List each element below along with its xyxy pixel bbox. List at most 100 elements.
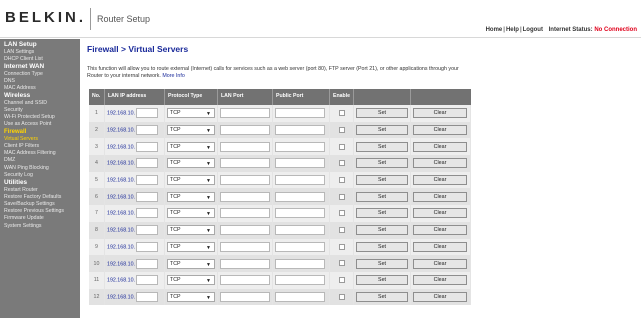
- clear-button[interactable]: Clear: [413, 208, 468, 219]
- public-port-input[interactable]: [275, 191, 325, 202]
- enable-checkbox[interactable]: [338, 143, 345, 150]
- public-port-input[interactable]: [275, 125, 325, 136]
- lan-ip-input[interactable]: [135, 191, 158, 202]
- help-link[interactable]: Help: [506, 27, 519, 33]
- lan-ip-input[interactable]: [135, 175, 158, 186]
- sidebar-item-dmz[interactable]: DMZ: [0, 157, 80, 164]
- enable-checkbox[interactable]: [338, 193, 345, 200]
- lan-ip-input[interactable]: [135, 225, 158, 236]
- clear-button[interactable]: Clear: [413, 191, 468, 202]
- set-button[interactable]: Set: [356, 291, 409, 302]
- clear-button[interactable]: Clear: [413, 241, 468, 252]
- sidebar-item-restore-previous-settings[interactable]: Restore Previous Settings: [0, 208, 80, 215]
- sidebar-item-system-settings[interactable]: System Settings: [0, 223, 80, 230]
- lan-port-input[interactable]: [220, 241, 270, 252]
- sidebar-item-dhcp-client-list[interactable]: DHCP Client List: [0, 56, 80, 63]
- lan-port-input[interactable]: [220, 208, 270, 219]
- enable-checkbox[interactable]: [338, 260, 345, 267]
- sidebar-item-lan-settings[interactable]: LAN Settings: [0, 49, 80, 56]
- protocol-select[interactable]: TCP ▼: [167, 241, 215, 252]
- lan-port-input[interactable]: [220, 175, 270, 186]
- set-button[interactable]: Set: [356, 191, 409, 202]
- lan-ip-input[interactable]: [135, 291, 158, 302]
- lan-port-input[interactable]: [220, 258, 270, 269]
- public-port-input[interactable]: [275, 291, 325, 302]
- set-button[interactable]: Set: [356, 108, 409, 119]
- protocol-select[interactable]: TCP ▼: [167, 275, 215, 286]
- sidebar-item-restore-factory-defaults[interactable]: Restore Factory Defaults: [0, 194, 80, 201]
- clear-button[interactable]: Clear: [413, 158, 468, 169]
- sidebar-item-channel-and-ssid[interactable]: Channel and SSID: [0, 100, 80, 107]
- public-port-input[interactable]: [275, 158, 325, 169]
- lan-ip-input[interactable]: [135, 141, 158, 152]
- protocol-select[interactable]: TCP ▼: [167, 175, 215, 186]
- clear-button[interactable]: Clear: [413, 225, 468, 236]
- lan-port-input[interactable]: [220, 158, 270, 169]
- enable-checkbox[interactable]: [338, 126, 345, 133]
- sidebar-item-save-backup-settings[interactable]: Save/Backup Settings: [0, 201, 80, 208]
- clear-button[interactable]: Clear: [413, 141, 468, 152]
- clear-button[interactable]: Clear: [413, 125, 468, 136]
- sidebar-item-wi-fi-protected-setup[interactable]: Wi-Fi Protected Setup: [0, 114, 80, 121]
- lan-ip-input[interactable]: [135, 208, 158, 219]
- clear-button[interactable]: Clear: [413, 258, 468, 269]
- enable-checkbox[interactable]: [338, 160, 345, 167]
- set-button[interactable]: Set: [356, 141, 409, 152]
- protocol-select[interactable]: TCP ▼: [167, 225, 215, 236]
- lan-port-input[interactable]: [220, 275, 270, 286]
- set-button[interactable]: Set: [356, 241, 409, 252]
- set-button[interactable]: Set: [356, 275, 409, 286]
- lan-ip-input[interactable]: [135, 125, 158, 136]
- lan-port-input[interactable]: [220, 191, 270, 202]
- enable-checkbox[interactable]: [338, 277, 345, 284]
- enable-checkbox[interactable]: [338, 176, 345, 183]
- sidebar-item-mac-address-filtering[interactable]: MAC Address Filtering: [0, 150, 80, 157]
- enable-checkbox[interactable]: [338, 210, 345, 217]
- lan-port-input[interactable]: [220, 141, 270, 152]
- clear-button[interactable]: Clear: [413, 275, 468, 286]
- sidebar-item-restart-router[interactable]: Restart Router: [0, 187, 80, 194]
- lan-ip-input[interactable]: [135, 241, 158, 252]
- public-port-input[interactable]: [275, 141, 325, 152]
- set-button[interactable]: Set: [356, 225, 409, 236]
- sidebar-item-virtual-servers[interactable]: Virtual Servers: [0, 136, 80, 143]
- protocol-select[interactable]: TCP ▼: [167, 291, 215, 302]
- sidebar-item-use-as-access-point[interactable]: Use as Access Point: [0, 121, 80, 128]
- enable-checkbox[interactable]: [338, 110, 345, 117]
- public-port-input[interactable]: [275, 241, 325, 252]
- protocol-select[interactable]: TCP ▼: [167, 208, 215, 219]
- public-port-input[interactable]: [275, 275, 325, 286]
- set-button[interactable]: Set: [356, 258, 409, 269]
- lan-ip-input[interactable]: [135, 158, 158, 169]
- protocol-select[interactable]: TCP ▼: [167, 125, 215, 136]
- clear-button[interactable]: Clear: [413, 291, 468, 302]
- lan-port-input[interactable]: [220, 291, 270, 302]
- sidebar-item-security-log[interactable]: Security Log: [0, 172, 80, 179]
- lan-ip-input[interactable]: [135, 108, 158, 119]
- public-port-input[interactable]: [275, 258, 325, 269]
- lan-ip-input[interactable]: [135, 275, 158, 286]
- set-button[interactable]: Set: [356, 158, 409, 169]
- public-port-input[interactable]: [275, 108, 325, 119]
- sidebar-item-wan-ping-blocking[interactable]: WAN Ping Blocking: [0, 165, 80, 172]
- protocol-select[interactable]: TCP ▼: [167, 258, 215, 269]
- enable-checkbox[interactable]: [338, 226, 345, 233]
- sidebar-item-dns[interactable]: DNS: [0, 78, 80, 85]
- sidebar-item-client-ip-filters[interactable]: Client IP Filters: [0, 143, 80, 150]
- set-button[interactable]: Set: [356, 175, 409, 186]
- home-link[interactable]: Home: [486, 27, 503, 33]
- set-button[interactable]: Set: [356, 208, 409, 219]
- sidebar-item-connection-type[interactable]: Connection Type: [0, 71, 80, 78]
- lan-port-input[interactable]: [220, 108, 270, 119]
- sidebar-item-firewall[interactable]: Firewall: [0, 129, 80, 136]
- lan-port-input[interactable]: [220, 225, 270, 236]
- protocol-select[interactable]: TCP ▼: [167, 108, 215, 119]
- enable-checkbox[interactable]: [338, 293, 345, 300]
- protocol-select[interactable]: TCP ▼: [167, 158, 215, 169]
- clear-button[interactable]: Clear: [413, 175, 468, 186]
- sidebar-item-mac-address[interactable]: MAC Address: [0, 85, 80, 92]
- more-info-link[interactable]: More Info: [162, 73, 184, 79]
- sidebar-item-firmware-update[interactable]: Firmware Update: [0, 215, 80, 222]
- lan-ip-input[interactable]: [135, 258, 158, 269]
- protocol-select[interactable]: TCP ▼: [167, 141, 215, 152]
